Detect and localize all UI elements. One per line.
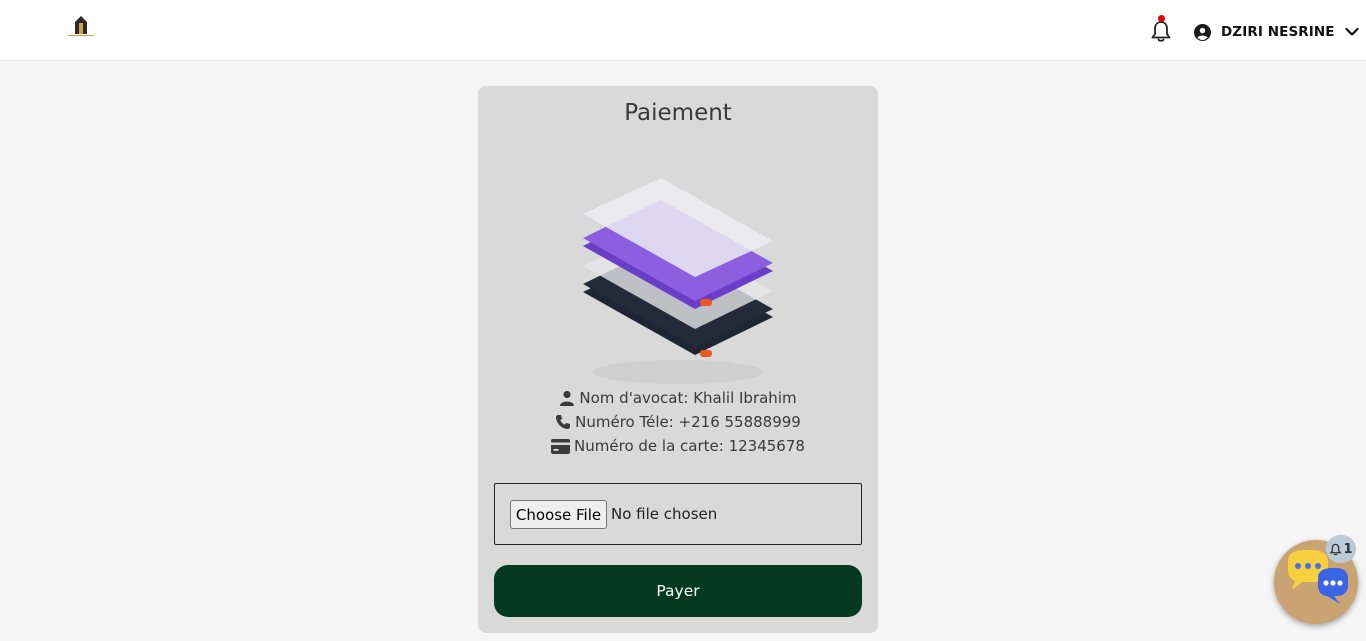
chat-badge-count: 1 [1343, 541, 1353, 557]
top-navbar: DZIRI NESRINE [0, 0, 1366, 61]
chat-notification-badge: 1 [1326, 535, 1356, 563]
bell-icon [1329, 543, 1342, 555]
user-name: DZIRI NESRINE [1221, 24, 1335, 40]
pay-button[interactable]: Payer [494, 565, 862, 617]
logo[interactable] [62, 14, 100, 40]
lawyer-name-row: Nom d'avocat: Khalil Ibrahim [478, 389, 878, 407]
user-menu[interactable]: DZIRI NESRINE [1194, 20, 1359, 44]
page-title: Paiement [624, 100, 732, 126]
credit-card-icon [551, 438, 571, 454]
phone-text: Numéro Téle: +216 55888999 [575, 413, 801, 431]
card-number-row: Numéro de la carte: 12345678 [478, 437, 878, 455]
phone-icon [556, 415, 571, 429]
choose-file-button[interactable]: Choose File [510, 500, 607, 529]
file-status: No file chosen [611, 505, 718, 523]
lawyer-name-text: Nom d'avocat: Khalil Ibrahim [579, 389, 797, 407]
user-icon [560, 390, 575, 406]
credit-cards-illustration [583, 178, 773, 384]
card-number-text: Numéro de la carte: 12345678 [574, 437, 805, 455]
chevron-down-icon [1345, 27, 1359, 36]
phone-row: Numéro Téle: +216 55888999 [478, 413, 878, 431]
notification-bell-icon[interactable] [1149, 15, 1173, 44]
user-circle-icon [1194, 23, 1211, 41]
file-upload-box: Choose File No file chosen [494, 483, 862, 545]
notification-dot [1158, 15, 1165, 22]
